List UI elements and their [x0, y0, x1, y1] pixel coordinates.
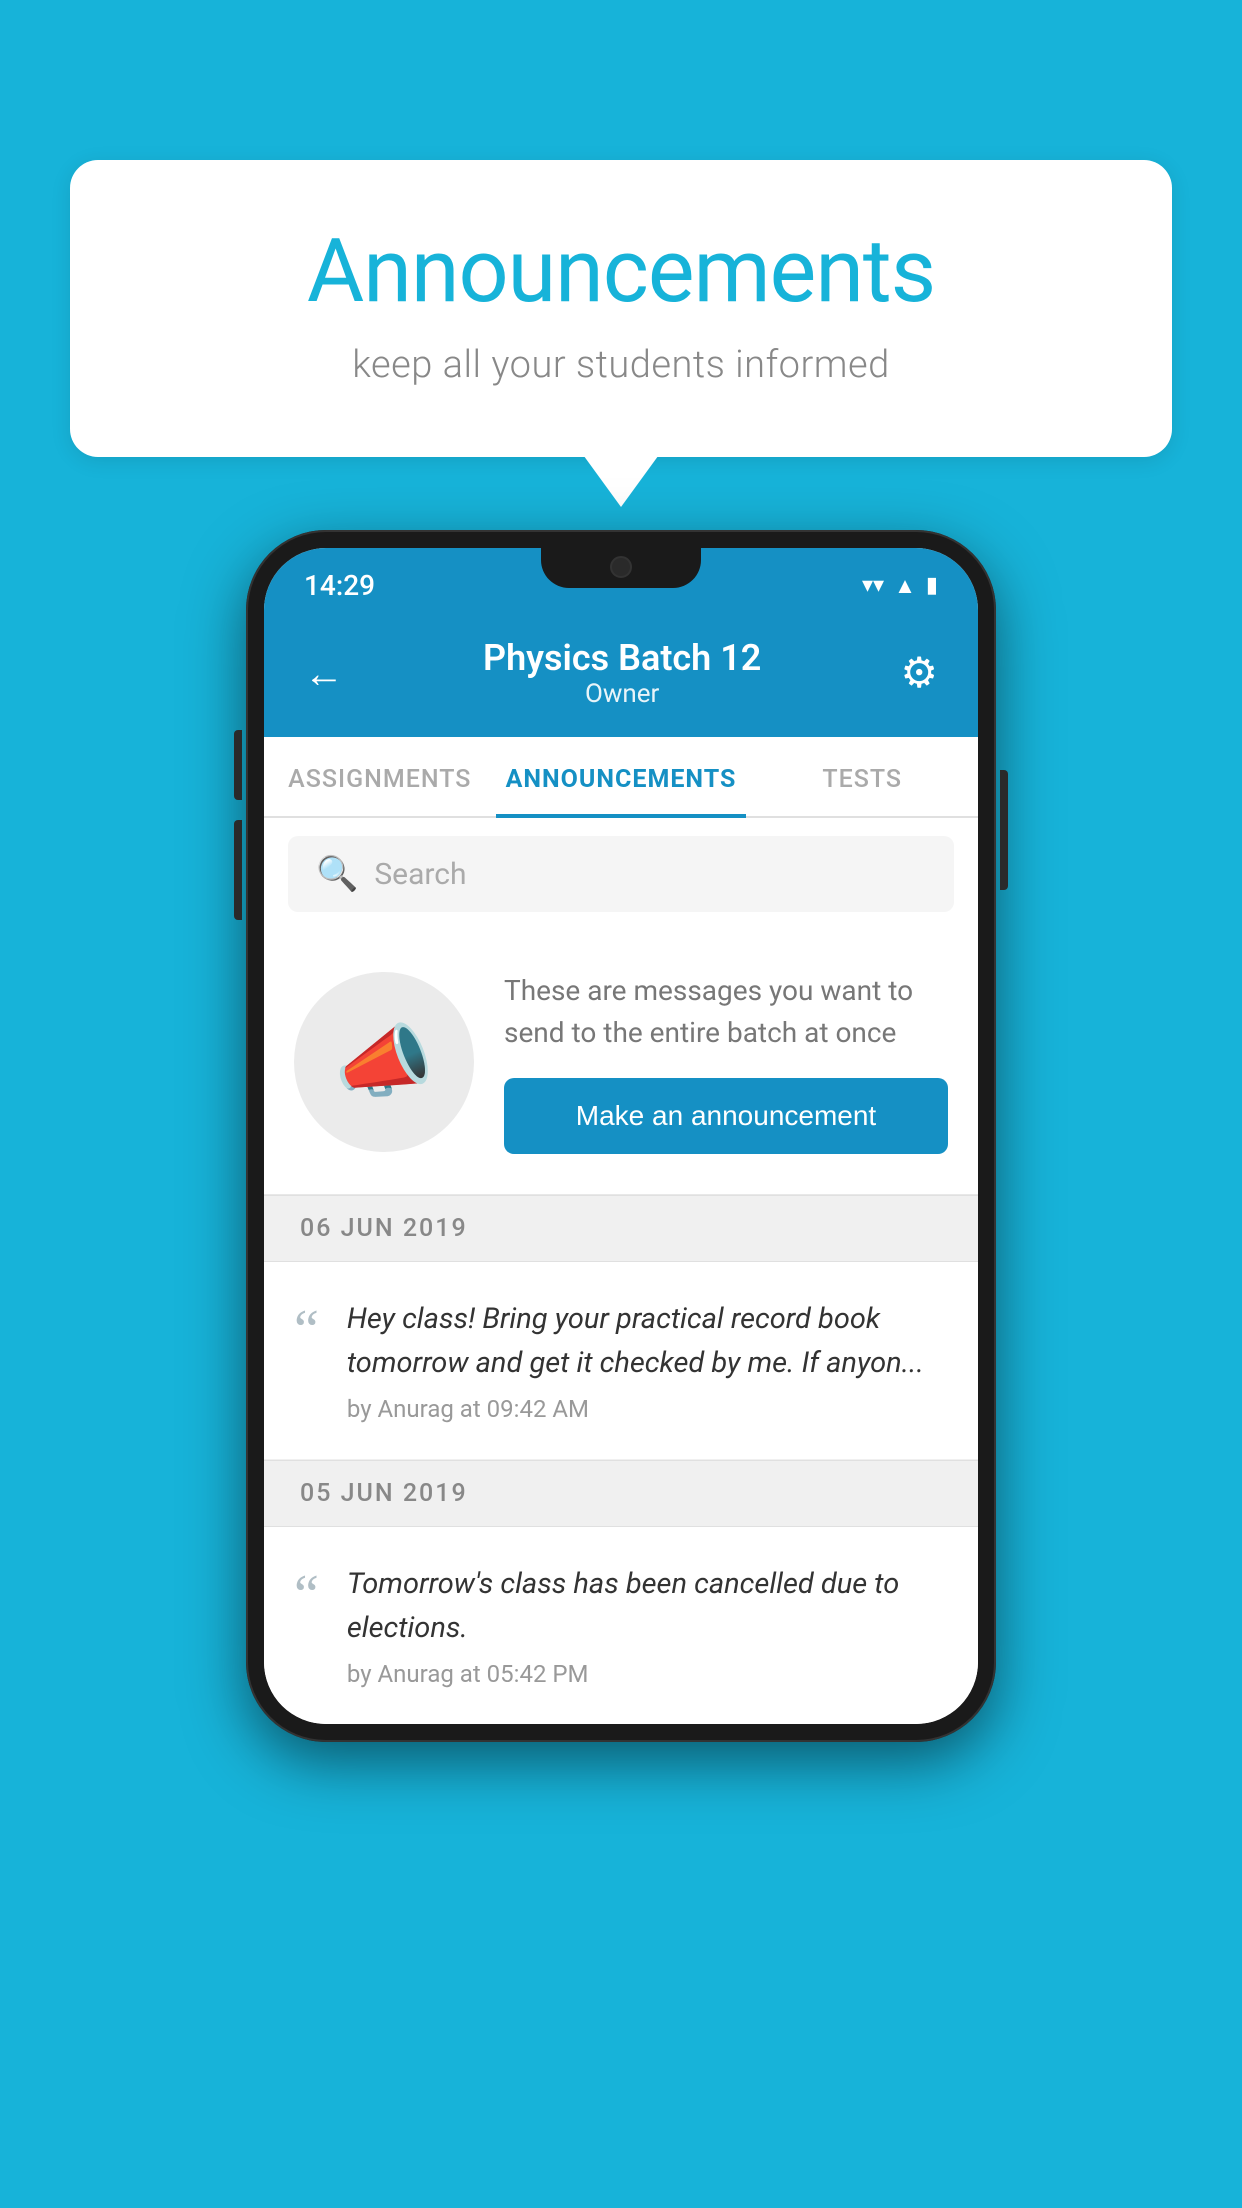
phone-power-button [1000, 770, 1008, 890]
announcement-item-2: “ Tomorrow's class has been cancelled du… [264, 1527, 978, 1724]
phone-notch [541, 548, 701, 588]
announcement-right: These are messages you want to send to t… [504, 970, 948, 1154]
phone-outer: 14:29 ▾▾ ▲ ▮ ← Physics Batch 12 Owner ⚙ … [246, 530, 996, 1742]
announcement-meta-1: by Anurag at 09:42 AM [347, 1395, 948, 1423]
announcement-content-2: Tomorrow's class has been cancelled due … [347, 1563, 948, 1688]
tab-assignments[interactable]: ASSIGNMENTS [264, 737, 496, 816]
phone-screen: 14:29 ▾▾ ▲ ▮ ← Physics Batch 12 Owner ⚙ … [264, 548, 978, 1724]
signal-icon: ▲ [894, 573, 916, 599]
speech-bubble-subtitle: keep all your students informed [150, 343, 1092, 387]
make-announcement-button[interactable]: Make an announcement [504, 1078, 948, 1154]
speech-bubble-title: Announcements [150, 220, 1092, 323]
tab-announcements[interactable]: ANNOUNCEMENTS [496, 737, 747, 816]
announcement-content-1: Hey class! Bring your practical record b… [347, 1298, 948, 1423]
phone-vol-up-button [234, 730, 242, 800]
phone-mockup: 14:29 ▾▾ ▲ ▮ ← Physics Batch 12 Owner ⚙ … [246, 530, 996, 1742]
quote-icon-2: “ [294, 1567, 319, 1623]
announcement-meta-2: by Anurag at 05:42 PM [347, 1660, 948, 1688]
quote-icon-1: “ [294, 1302, 319, 1358]
header-subtitle: Owner [483, 679, 761, 709]
back-button[interactable]: ← [304, 650, 344, 697]
date-separator-1: 06 JUN 2019 [264, 1195, 978, 1262]
speech-bubble: Announcements keep all your students inf… [70, 160, 1172, 457]
wifi-icon: ▾▾ [862, 573, 884, 598]
phone-camera [610, 556, 632, 578]
search-icon: 🔍 [316, 854, 358, 894]
battery-icon: ▮ [926, 573, 938, 598]
tab-tests[interactable]: TESTS [746, 737, 978, 816]
search-box[interactable]: 🔍 Search [288, 836, 954, 912]
megaphone-icon: 📣 [334, 1015, 434, 1109]
app-header: ← Physics Batch 12 Owner ⚙ [264, 613, 978, 737]
date-separator-2: 05 JUN 2019 [264, 1460, 978, 1527]
announcement-text-1: Hey class! Bring your practical record b… [347, 1298, 948, 1385]
speech-bubble-section: Announcements keep all your students inf… [70, 160, 1172, 457]
phone-vol-down-button [234, 820, 242, 920]
announcement-text-2: Tomorrow's class has been cancelled due … [347, 1563, 948, 1650]
announcement-item-1: “ Hey class! Bring your practical record… [264, 1262, 978, 1460]
tabs-bar: ASSIGNMENTS ANNOUNCEMENTS TESTS [264, 737, 978, 818]
header-title: Physics Batch 12 [483, 637, 761, 679]
megaphone-circle: 📣 [294, 972, 474, 1152]
announcement-description: These are messages you want to send to t… [504, 970, 948, 1054]
status-icons: ▾▾ ▲ ▮ [862, 573, 938, 599]
header-title-group: Physics Batch 12 Owner [483, 637, 761, 709]
settings-icon[interactable]: ⚙ [900, 648, 938, 698]
search-placeholder: Search [374, 857, 466, 892]
search-container: 🔍 Search [264, 818, 978, 930]
announcement-prompt: 📣 These are messages you want to send to… [264, 930, 978, 1195]
status-time: 14:29 [304, 569, 375, 602]
